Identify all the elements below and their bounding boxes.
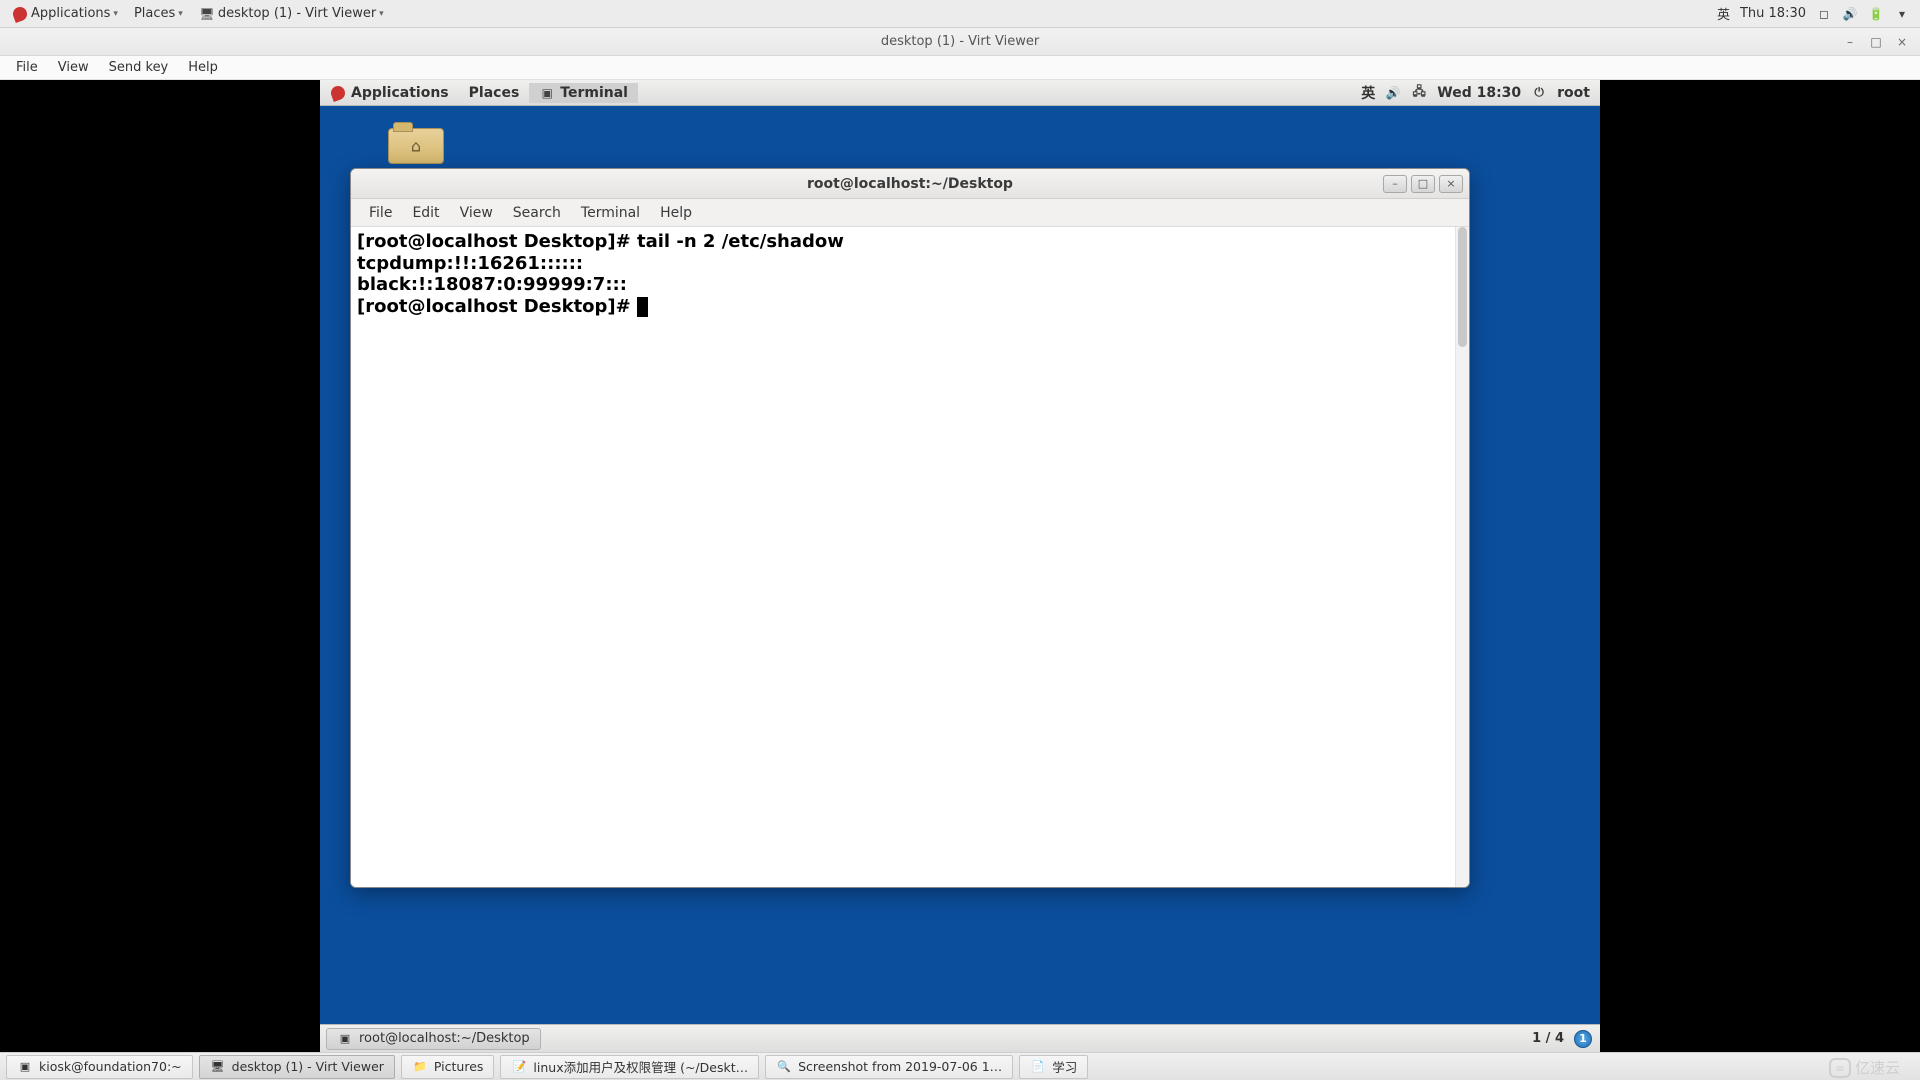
- taskbar-window-entry[interactable]: ▣ root@localhost:~/Desktop: [326, 1028, 541, 1050]
- document-icon: 📝: [511, 1059, 527, 1075]
- terminal-line: tcpdump:!!:16261::::::: [357, 253, 583, 274]
- cloud-icon: ∞: [1829, 1058, 1851, 1078]
- task-editor[interactable]: 📝 linux添加用户及权限管理 (~/Deskt…: [500, 1055, 759, 1079]
- task-label: linux添加用户及权限管理 (~/Deskt…: [533, 1057, 748, 1076]
- folder-icon: 📁: [412, 1059, 428, 1075]
- guest-user-label[interactable]: root: [1557, 85, 1590, 101]
- task-label: desktop (1) - Virt Viewer: [232, 1059, 384, 1074]
- virt-viewer-titlebar[interactable]: desktop (1) - Virt Viewer – □ ×: [0, 28, 1920, 56]
- redhat-icon: [12, 6, 28, 22]
- task-kiosk-terminal[interactable]: ▣ kiosk@foundation70:~: [6, 1055, 193, 1079]
- terminal-title: root@localhost:~/Desktop: [351, 176, 1469, 192]
- host-top-left: Applications ▾ Places ▾ 🖥 desktop (1) - …: [0, 4, 390, 24]
- virt-viewer-title: desktop (1) - Virt Viewer: [0, 34, 1920, 49]
- vv-menu-help[interactable]: Help: [178, 58, 228, 77]
- workspace-indicator[interactable]: 1 / 4: [1532, 1031, 1564, 1046]
- task-image-viewer[interactable]: 🔍 Screenshot from 2019-07-06 1…: [765, 1055, 1013, 1079]
- host-places-menu[interactable]: Places ▾: [128, 4, 189, 23]
- folder-icon: ⌂: [388, 128, 444, 164]
- terminal-prompt: [root@localhost Desktop]#: [357, 296, 637, 317]
- host-applications-menu[interactable]: Applications ▾: [6, 4, 124, 24]
- virt-viewer-viewport: Applications Places ▣ Terminal 英 🔊 🖧 Wed…: [0, 80, 1920, 1052]
- guest-places-label: Places: [469, 85, 520, 101]
- guest-applications-menu[interactable]: Applications: [320, 83, 459, 103]
- guest-clock[interactable]: Wed 18:30: [1437, 85, 1521, 101]
- terminal-icon: ▣: [337, 1031, 353, 1047]
- task-label: 学习: [1052, 1057, 1077, 1076]
- terminal-cursor: [637, 297, 648, 317]
- vv-menu-sendkey[interactable]: Send key: [99, 58, 179, 77]
- watermark-label: 亿速云: [1855, 1057, 1900, 1078]
- host-applications-label: Applications: [31, 6, 110, 21]
- guest-desktop[interactable]: Applications Places ▣ Terminal 英 🔊 🖧 Wed…: [320, 80, 1600, 1052]
- vm-monitor-icon: 🖥: [210, 1059, 226, 1075]
- battery-icon[interactable]: 🔋: [1868, 6, 1884, 22]
- terminal-icon: ▣: [17, 1059, 33, 1075]
- house-icon: ⌂: [411, 137, 421, 156]
- scrollbar-thumb[interactable]: [1458, 227, 1467, 347]
- task-study[interactable]: 📄 学习: [1019, 1055, 1088, 1079]
- taskbar-window-label: root@localhost:~/Desktop: [359, 1031, 530, 1046]
- host-window-label: desktop (1) - Virt Viewer: [218, 6, 376, 21]
- terminal-output[interactable]: [root@localhost Desktop]# tail -n 2 /etc…: [351, 227, 1469, 887]
- host-top-bar: Applications ▾ Places ▾ 🖥 desktop (1) - …: [0, 0, 1920, 28]
- home-folder-icon[interactable]: ⌂: [388, 120, 444, 166]
- vv-menu-file[interactable]: File: [6, 58, 48, 77]
- guest-applications-label: Applications: [351, 85, 449, 101]
- virt-viewer-menubar: File View Send key Help: [0, 56, 1920, 80]
- watermark: ∞ 亿速云: [1829, 1057, 1900, 1078]
- host-top-right: 英 Thu 18:30 ◻ 🔊 🔋 ▾: [1717, 4, 1920, 23]
- task-label: Screenshot from 2019-07-06 1…: [798, 1059, 1002, 1074]
- task-label: Pictures: [434, 1059, 484, 1074]
- vm-monitor-icon: 🖥: [199, 6, 215, 22]
- volume-icon[interactable]: 🔊: [1842, 6, 1858, 22]
- term-menu-search[interactable]: Search: [503, 203, 571, 223]
- chevron-down-icon: ▾: [178, 9, 183, 19]
- term-menu-view[interactable]: View: [450, 203, 503, 223]
- terminal-scrollbar[interactable]: [1455, 227, 1469, 887]
- chevron-down-icon: ▾: [113, 9, 118, 19]
- workspace-badge[interactable]: 1: [1574, 1030, 1592, 1048]
- guest-terminal-label: Terminal: [560, 85, 628, 101]
- terminal-icon: ▣: [539, 85, 555, 101]
- terminal-titlebar[interactable]: root@localhost:~/Desktop – □ ×: [351, 169, 1469, 199]
- guest-top-right: 英 🔊 🖧 Wed 18:30 ⏻ root: [1361, 83, 1600, 103]
- document-icon: 📄: [1030, 1059, 1046, 1075]
- host-window-menu[interactable]: 🖥 desktop (1) - Virt Viewer ▾: [193, 4, 390, 24]
- redhat-icon: [330, 85, 346, 101]
- terminal-line: black:!:18087:0:99999:7:::: [357, 274, 627, 295]
- volume-icon[interactable]: 🔊: [1385, 85, 1401, 101]
- terminal-line: [root@localhost Desktop]# tail -n 2 /etc…: [357, 231, 844, 252]
- term-menu-edit[interactable]: Edit: [402, 203, 449, 223]
- task-pictures[interactable]: 📁 Pictures: [401, 1055, 495, 1079]
- power-icon[interactable]: ⏻: [1531, 85, 1547, 101]
- network-icon[interactable]: 🖧: [1411, 85, 1427, 101]
- terminal-window: root@localhost:~/Desktop – □ × File Edit…: [350, 168, 1470, 888]
- image-icon: 🔍: [776, 1059, 792, 1075]
- host-places-label: Places: [134, 6, 175, 21]
- guest-bottom-right: 1 / 4 1: [1532, 1030, 1600, 1048]
- guest-ime-indicator[interactable]: 英: [1361, 83, 1375, 103]
- terminal-menubar: File Edit View Search Terminal Help: [351, 199, 1469, 227]
- term-menu-file[interactable]: File: [359, 203, 402, 223]
- host-bottom-bar: ▣ kiosk@foundation70:~ 🖥 desktop (1) - V…: [0, 1052, 1920, 1080]
- term-menu-terminal[interactable]: Terminal: [571, 203, 650, 223]
- guest-places-menu[interactable]: Places: [459, 83, 530, 103]
- chevron-down-icon: ▾: [379, 9, 384, 19]
- host-clock[interactable]: Thu 18:30: [1740, 6, 1806, 21]
- guest-top-bar: Applications Places ▣ Terminal 英 🔊 🖧 Wed…: [320, 80, 1600, 106]
- a11y-icon[interactable]: ◻: [1816, 6, 1832, 22]
- chevron-down-icon[interactable]: ▾: [1894, 6, 1910, 22]
- host-ime-indicator[interactable]: 英: [1717, 4, 1730, 23]
- task-label: kiosk@foundation70:~: [39, 1059, 182, 1074]
- guest-bottom-bar: ▣ root@localhost:~/Desktop 1 / 4 1: [320, 1024, 1600, 1052]
- guest-terminal-button[interactable]: ▣ Terminal: [529, 83, 638, 103]
- task-virt-viewer[interactable]: 🖥 desktop (1) - Virt Viewer: [199, 1055, 395, 1079]
- term-menu-help[interactable]: Help: [650, 203, 702, 223]
- vv-menu-view[interactable]: View: [48, 58, 99, 77]
